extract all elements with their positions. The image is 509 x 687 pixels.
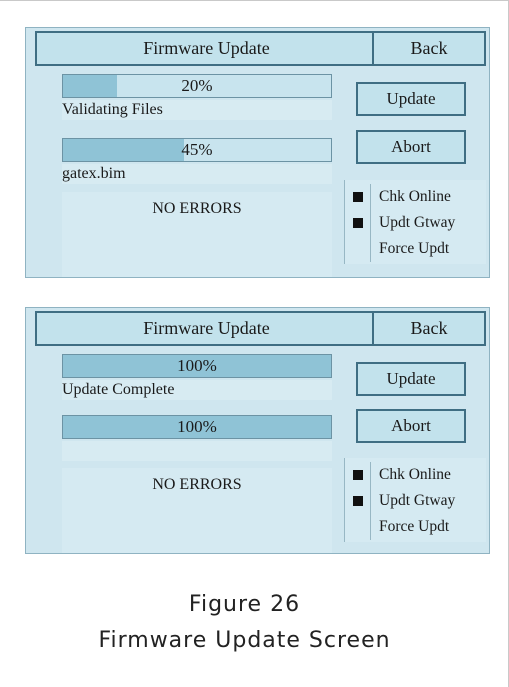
- progress-percent: 100%: [177, 417, 217, 436]
- option-updt-gtway[interactable]: Updt Gtway: [345, 488, 487, 514]
- frame-border-top: [0, 0, 509, 1]
- option-force-updt[interactable]: Force Updt: [345, 236, 487, 262]
- check-mark-icon: [353, 470, 363, 480]
- screen-title: Firmware Update: [35, 31, 378, 66]
- option-label: Force Updt: [379, 518, 450, 535]
- progress-bar-file: 45%: [62, 138, 332, 162]
- option-label: Chk Online: [379, 188, 451, 205]
- progress-bar-overall: 100%: [62, 354, 332, 378]
- abort-button[interactable]: Abort: [356, 409, 466, 443]
- check-mark-icon: [353, 496, 363, 506]
- checkbox[interactable]: [345, 184, 371, 210]
- current-file-text: [62, 441, 332, 461]
- progress-bar-file: 100%: [62, 415, 332, 439]
- option-force-updt[interactable]: Force Updt: [345, 514, 487, 540]
- option-label: Force Updt: [379, 240, 450, 257]
- option-chk-online[interactable]: Chk Online: [345, 184, 487, 210]
- update-button[interactable]: Update: [356, 362, 466, 396]
- error-message-box: NO ERRORS: [62, 468, 332, 553]
- update-options: Chk Online Updt Gtway Force Updt: [344, 180, 486, 264]
- checkbox[interactable]: [345, 462, 371, 488]
- check-mark-icon: [353, 218, 363, 228]
- current-file-text: gatex.bim: [62, 164, 332, 184]
- figure-number: Figure 26: [188, 592, 301, 617]
- option-updt-gtway[interactable]: Updt Gtway: [345, 210, 487, 236]
- progress-status-text: Update Complete: [62, 380, 332, 400]
- option-label: Updt Gtway: [379, 214, 456, 231]
- progress-status-text: Validating Files: [62, 100, 332, 120]
- error-message-box: NO ERRORS: [62, 192, 332, 277]
- option-chk-online[interactable]: Chk Online: [345, 462, 487, 488]
- error-message: NO ERRORS: [152, 200, 242, 217]
- progress-percent: 100%: [177, 356, 217, 375]
- progress-percent: 45%: [181, 140, 213, 159]
- update-options: Chk Online Updt Gtway Force Updt: [344, 458, 486, 542]
- option-label: Updt Gtway: [379, 492, 456, 509]
- abort-button[interactable]: Abort: [356, 130, 466, 164]
- firmware-update-screen-1: Firmware Update Back 20% Validating File…: [25, 27, 490, 278]
- firmware-update-screen-2: Firmware Update Back 100% Update Complet…: [25, 307, 490, 554]
- back-button[interactable]: Back: [372, 31, 486, 66]
- checkbox[interactable]: [345, 488, 371, 514]
- error-message: NO ERRORS: [152, 476, 242, 493]
- option-label: Chk Online: [379, 466, 451, 483]
- update-button[interactable]: Update: [356, 82, 466, 116]
- checkbox[interactable]: [345, 514, 371, 540]
- back-button[interactable]: Back: [372, 311, 486, 346]
- checkbox[interactable]: [345, 236, 371, 262]
- check-mark-icon: [353, 192, 363, 202]
- checkbox[interactable]: [345, 210, 371, 236]
- progress-percent: 20%: [181, 76, 213, 95]
- screen-title: Firmware Update: [35, 311, 378, 346]
- figure-title: Firmware Update Screen: [98, 628, 391, 653]
- progress-bar-overall: 20%: [62, 74, 332, 98]
